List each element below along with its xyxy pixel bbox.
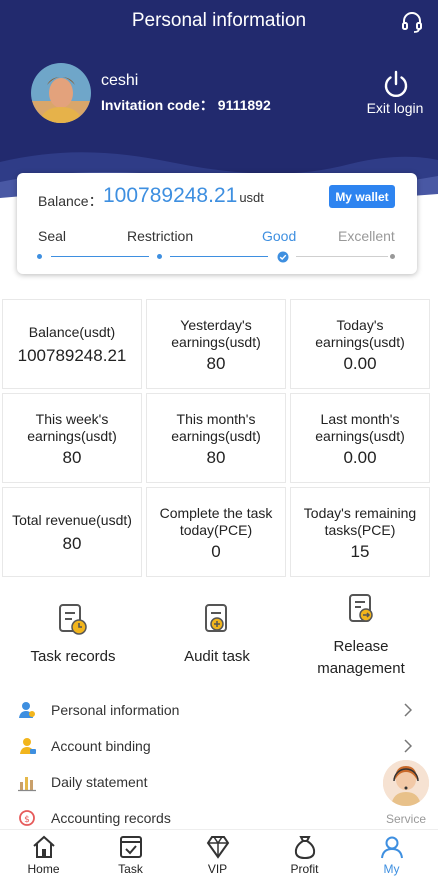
chevron-right-icon: [404, 703, 412, 717]
tab-label: Home: [27, 862, 60, 876]
balance-label: Balance：: [38, 193, 103, 209]
level-restriction: Restriction: [127, 228, 194, 244]
menu-item-account-binding[interactable]: Account binding: [0, 728, 438, 764]
stat-label: Yesterday's earnings(usdt): [171, 317, 261, 350]
level-dot-seal: [37, 254, 42, 259]
stat-cell: This week's earnings(usdt) 80: [2, 393, 142, 483]
task-records-button[interactable]: Task records: [0, 590, 146, 668]
stat-label: Last month's earnings(usdt): [315, 411, 405, 444]
stat-value: 80: [62, 448, 82, 467]
balance-card: Balance： 100789248.21 usdt My wallet Seal…: [17, 173, 417, 274]
accounting-records-icon: $: [19, 810, 35, 826]
svg-text:$: $: [24, 815, 30, 825]
level-good: Good: [262, 228, 297, 244]
level-seal: Seal: [38, 228, 67, 244]
username: ceshi: [101, 72, 139, 89]
chevron-right-icon: [404, 739, 412, 753]
balance-amount: 100789248.21: [103, 184, 238, 207]
stat-value: 80: [62, 534, 82, 553]
stat-label: This month's earnings(usdt): [171, 411, 261, 444]
balance-unit: usdt: [239, 190, 264, 205]
level-dot-restriction: [157, 254, 162, 259]
stat-cell: Today's earnings(usdt) 0.00: [290, 299, 430, 389]
tab-label: VIP: [207, 862, 228, 876]
progress-track-3: [296, 256, 388, 257]
release-management-button[interactable]: Release management: [288, 590, 434, 680]
stat-label: Today's earnings(usdt): [315, 317, 405, 350]
stat-label: Balance(usdt): [28, 324, 116, 340]
tab-my[interactable]: My: [348, 830, 435, 886]
stat-value: 0: [211, 542, 221, 561]
level-excellent: Excellent: [338, 228, 395, 244]
stat-cell: Last month's earnings(usdt) 0.00: [290, 393, 430, 483]
tab-profit[interactable]: Profit: [261, 830, 348, 886]
stat-value: 0.00: [343, 448, 377, 467]
stat-value: 80: [206, 448, 226, 467]
task-records-icon: [59, 604, 87, 635]
invitation-value: 9111892: [217, 97, 271, 113]
quick-actions: Task records Audit task Release manageme…: [0, 590, 438, 680]
bottom-tab-bar: Home Task VIP Profit My: [0, 829, 438, 886]
stat-label: Today's remaining tasks(PCE): [303, 505, 417, 538]
exit-login-button[interactable]: Exit login: [362, 100, 428, 116]
menu-label: Personal information: [51, 702, 180, 718]
balance-value: 100789248.21 usdt: [103, 184, 264, 208]
progress-track-2: [170, 256, 268, 257]
tab-label: My: [383, 862, 400, 876]
level-dot-excellent: [390, 254, 395, 259]
service-agent-icon: [383, 760, 429, 806]
progress-track-1: [51, 256, 149, 257]
action-label: Audit task: [184, 648, 250, 665]
my-wallet-button[interactable]: My wallet: [329, 185, 395, 208]
stat-cell: This month's earnings(usdt) 80: [146, 393, 286, 483]
audit-task-button[interactable]: Audit task: [144, 590, 290, 668]
stat-cell: Yesterday's earnings(usdt) 80: [146, 299, 286, 389]
money-bag-icon: [294, 836, 315, 860]
action-label: Task records: [30, 648, 116, 665]
page-title: Personal information: [131, 10, 307, 31]
account-binding-icon: [20, 738, 36, 754]
person-icon: [380, 836, 403, 859]
tab-home[interactable]: Home: [0, 830, 87, 886]
tab-vip[interactable]: VIP: [174, 830, 261, 886]
stat-label: This week's earnings(usdt): [27, 411, 117, 444]
stat-cell: Balance(usdt) 100789248.21: [2, 299, 142, 389]
task-icon: [119, 836, 142, 858]
stat-value: 0.00: [343, 354, 377, 373]
stat-label: Total revenue(usdt): [12, 512, 132, 528]
audit-task-icon: [205, 604, 227, 632]
stat-value: 15: [350, 542, 370, 561]
user-icon: [19, 702, 35, 718]
power-icon[interactable]: [382, 69, 410, 99]
tab-label: Profit: [290, 862, 319, 876]
avatar[interactable]: [31, 63, 91, 123]
invitation-label: Invitation code：: [101, 97, 214, 113]
service-label: Service: [385, 812, 426, 826]
menu-label: Accounting records: [51, 810, 171, 826]
home-icon: [32, 835, 55, 858]
tab-task[interactable]: Task: [87, 830, 174, 886]
stat-cell: Complete the task today(PCE) 0: [146, 487, 286, 577]
headset-icon[interactable]: [400, 10, 424, 34]
stat-cell: Today's remaining tasks(PCE) 15: [290, 487, 430, 577]
action-label: Release management: [317, 638, 405, 677]
diamond-icon: [206, 836, 229, 859]
release-management-icon: [349, 594, 373, 622]
stat-value: 100789248.21: [17, 346, 127, 365]
menu-item-personal-information[interactable]: Personal information: [0, 692, 438, 728]
menu-item-daily-statement[interactable]: Daily statement: [0, 764, 438, 800]
menu-label: Account binding: [51, 738, 151, 754]
stat-cell: Total revenue(usdt) 80: [2, 487, 142, 577]
level-check-icon: [277, 251, 289, 263]
daily-statement-icon: [18, 777, 36, 792]
stat-value: 80: [206, 354, 226, 373]
tab-label: Task: [118, 862, 143, 876]
stat-label: Complete the task today(PCE): [159, 505, 273, 538]
customer-service-button[interactable]: Service: [381, 760, 431, 826]
menu-label: Daily statement: [51, 774, 148, 790]
invitation-code: Invitation code： 9111892: [101, 95, 271, 115]
